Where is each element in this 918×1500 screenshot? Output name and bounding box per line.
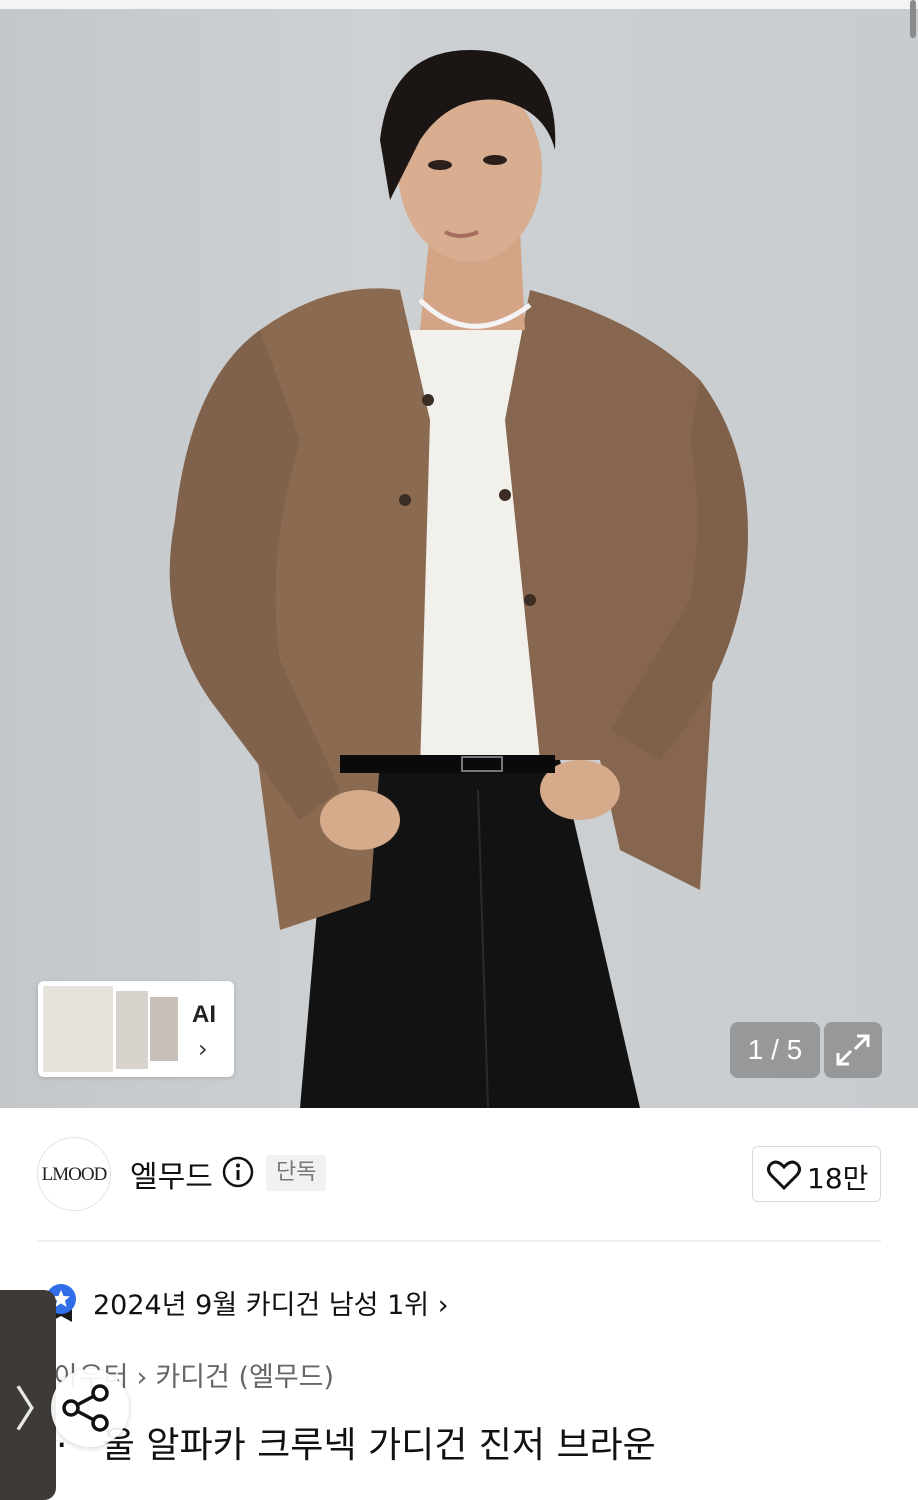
image-counter: 1 / 5 — [730, 1022, 820, 1078]
ai-recommend-card[interactable]: AI › — [38, 981, 234, 1077]
breadcrumb-separator: › — [136, 1362, 148, 1393]
info-icon[interactable] — [222, 1156, 254, 1188]
side-drawer-tab[interactable]: 〉 — [0, 1290, 62, 1500]
share-button[interactable] — [51, 1369, 129, 1447]
product-image-gallery[interactable]: AI › 1 / 5 — [0, 0, 918, 1108]
brand-logo[interactable]: LMOOD — [37, 1137, 111, 1211]
scrollbar[interactable] — [910, 0, 916, 38]
expand-icon — [836, 1034, 870, 1066]
brand-name[interactable]: 엘무드 — [130, 1152, 213, 1196]
ai-thumbnail — [150, 997, 178, 1061]
brand-row: LMOOD 엘무드 단독 18만 — [0, 1130, 918, 1216]
like-count: 18만 — [807, 1162, 869, 1195]
divider — [37, 1240, 881, 1242]
product-photo — [169, 50, 748, 1108]
ai-thumbnail — [116, 991, 148, 1069]
breadcrumb-item[interactable]: 카디건 (엘무드) — [155, 1362, 334, 1393]
like-button[interactable]: 18만 — [752, 1146, 881, 1202]
top-strip — [0, 0, 918, 9]
exclusive-badge: 단독 — [266, 1155, 327, 1191]
ranking-text: 2024년 9월 카디건 남성 1위 › — [93, 1290, 449, 1321]
share-icon — [62, 1384, 109, 1432]
ai-label: AI — [192, 1001, 216, 1028]
ai-thumbnail — [43, 986, 113, 1072]
chevron-right-icon: › — [198, 1035, 208, 1063]
product-title: · 울 알파카 크루넥 가디건 진저 브라운 — [56, 1425, 656, 1466]
ranking-link[interactable]: 2024년 9월 카디건 남성 1위 › — [0, 1278, 918, 1328]
heart-icon — [767, 1160, 801, 1191]
expand-button[interactable] — [824, 1022, 882, 1078]
